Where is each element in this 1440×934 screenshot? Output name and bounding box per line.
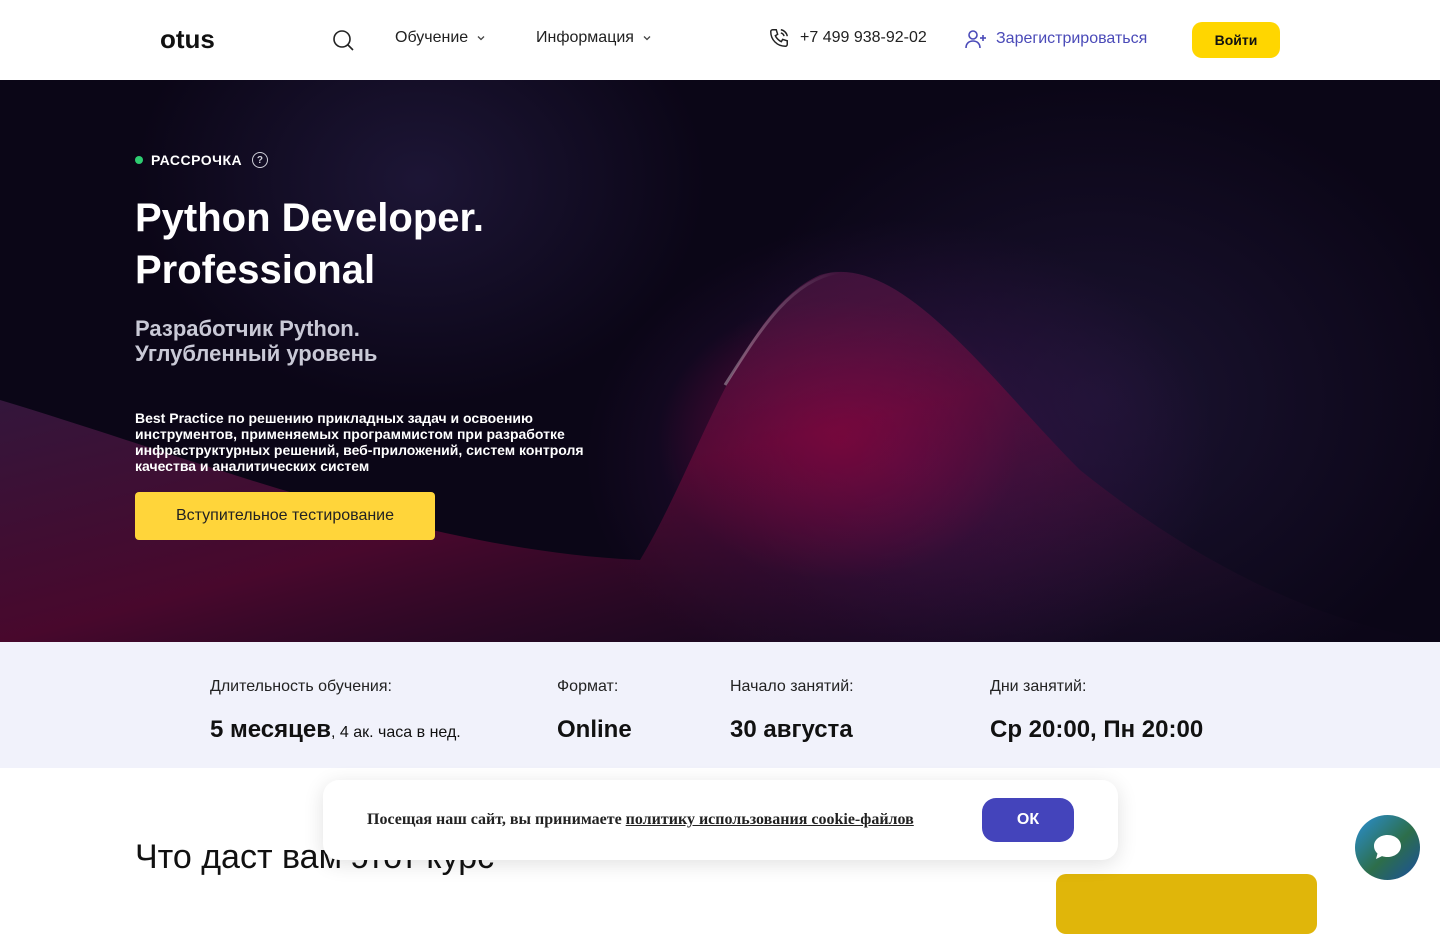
phone-link[interactable]: +7 499 938-92-02: [768, 27, 927, 49]
format-block: Формат: Online: [557, 678, 632, 744]
promo-card[interactable]: [1056, 874, 1317, 934]
cookie-policy-link[interactable]: политику использования cookie-файлов: [626, 811, 914, 828]
chat-widget-button[interactable]: [1355, 815, 1420, 880]
duration-extra: , 4 ак. часа в нед.: [331, 724, 461, 741]
entrance-test-button[interactable]: Вступительное тестирование: [135, 492, 435, 540]
phone-number: +7 499 938-92-02: [800, 29, 927, 46]
register-label: Зарегистрироваться: [996, 30, 1148, 47]
phone-icon: [770, 29, 788, 47]
otus-logo[interactable]: otus: [160, 26, 244, 54]
cookie-message: Посещая наш сайт, вы принимаете: [367, 811, 626, 828]
nav-obuchenie[interactable]: Обучение: [395, 29, 486, 47]
chat-bubble-icon: [1374, 835, 1401, 859]
nav-obuchenie-label: Обучение: [395, 29, 469, 46]
duration-label: Длительность обучения:: [210, 678, 392, 695]
course-subtitle: Разработчик Python. Углубленный уровень: [135, 316, 595, 366]
course-title-line2: Professional: [135, 248, 376, 292]
days-value: Ср 20:00, Пн 20:00: [990, 716, 1204, 743]
course-title: Python Developer. Professional: [135, 192, 655, 296]
register-link[interactable]: Зарегистрироваться: [964, 27, 1147, 51]
duration-block: Длительность обучения: 5 месяцев, 4 ак. …: [210, 678, 461, 744]
installment-badge: РАССРОЧКА ?: [135, 152, 269, 168]
duration-value: 5 месяцев: [210, 716, 332, 743]
course-subtitle-line1: Разработчик Python.: [135, 316, 360, 341]
start-value: 30 августа: [730, 716, 853, 743]
hero-banner: РАССРОЧКА ? Python Developer. Profession…: [0, 80, 1440, 642]
header: otus Обучение Информация +7 499 938-92-0…: [0, 0, 1440, 80]
help-icon[interactable]: ?: [252, 152, 269, 168]
badge-label: РАССРОЧКА: [151, 152, 243, 168]
search-icon[interactable]: [331, 28, 355, 52]
add-user-icon: [965, 30, 986, 49]
chevron-down-icon: [477, 36, 485, 41]
days-label: Дни занятий:: [990, 678, 1087, 695]
course-subtitle-line2: Углубленный уровень: [135, 341, 378, 366]
status-dot: [135, 156, 143, 164]
start-block: Начало занятий: 30 августа: [730, 678, 854, 744]
start-label: Начало занятий:: [730, 678, 854, 695]
login-button[interactable]: Войти: [1192, 22, 1280, 58]
days-block: Дни занятий: Ср 20:00, Пн 20:00: [990, 678, 1203, 744]
course-title-line1: Python Developer.: [135, 196, 484, 240]
course-description: Best Practice по решению прикладных зада…: [135, 410, 584, 474]
format-label: Формат:: [557, 678, 619, 695]
duration-value-wrap: 5 месяцев, 4 ак. часа в нед.: [210, 716, 461, 744]
nav-informatsiya-label: Информация: [536, 29, 634, 46]
format-value: Online: [557, 716, 632, 743]
course-info-strip: Длительность обучения: 5 месяцев, 4 ак. …: [0, 642, 1440, 768]
cookie-text: Посещая наш сайт, вы принимаете политику…: [367, 811, 914, 829]
chevron-down-icon: [643, 36, 651, 41]
cookie-banner: Посещая наш сайт, вы принимаете политику…: [323, 780, 1118, 860]
logo-text: otus: [160, 26, 215, 54]
nav-informatsiya[interactable]: Информация: [536, 29, 652, 47]
cookie-ok-button[interactable]: ОК: [982, 798, 1074, 842]
